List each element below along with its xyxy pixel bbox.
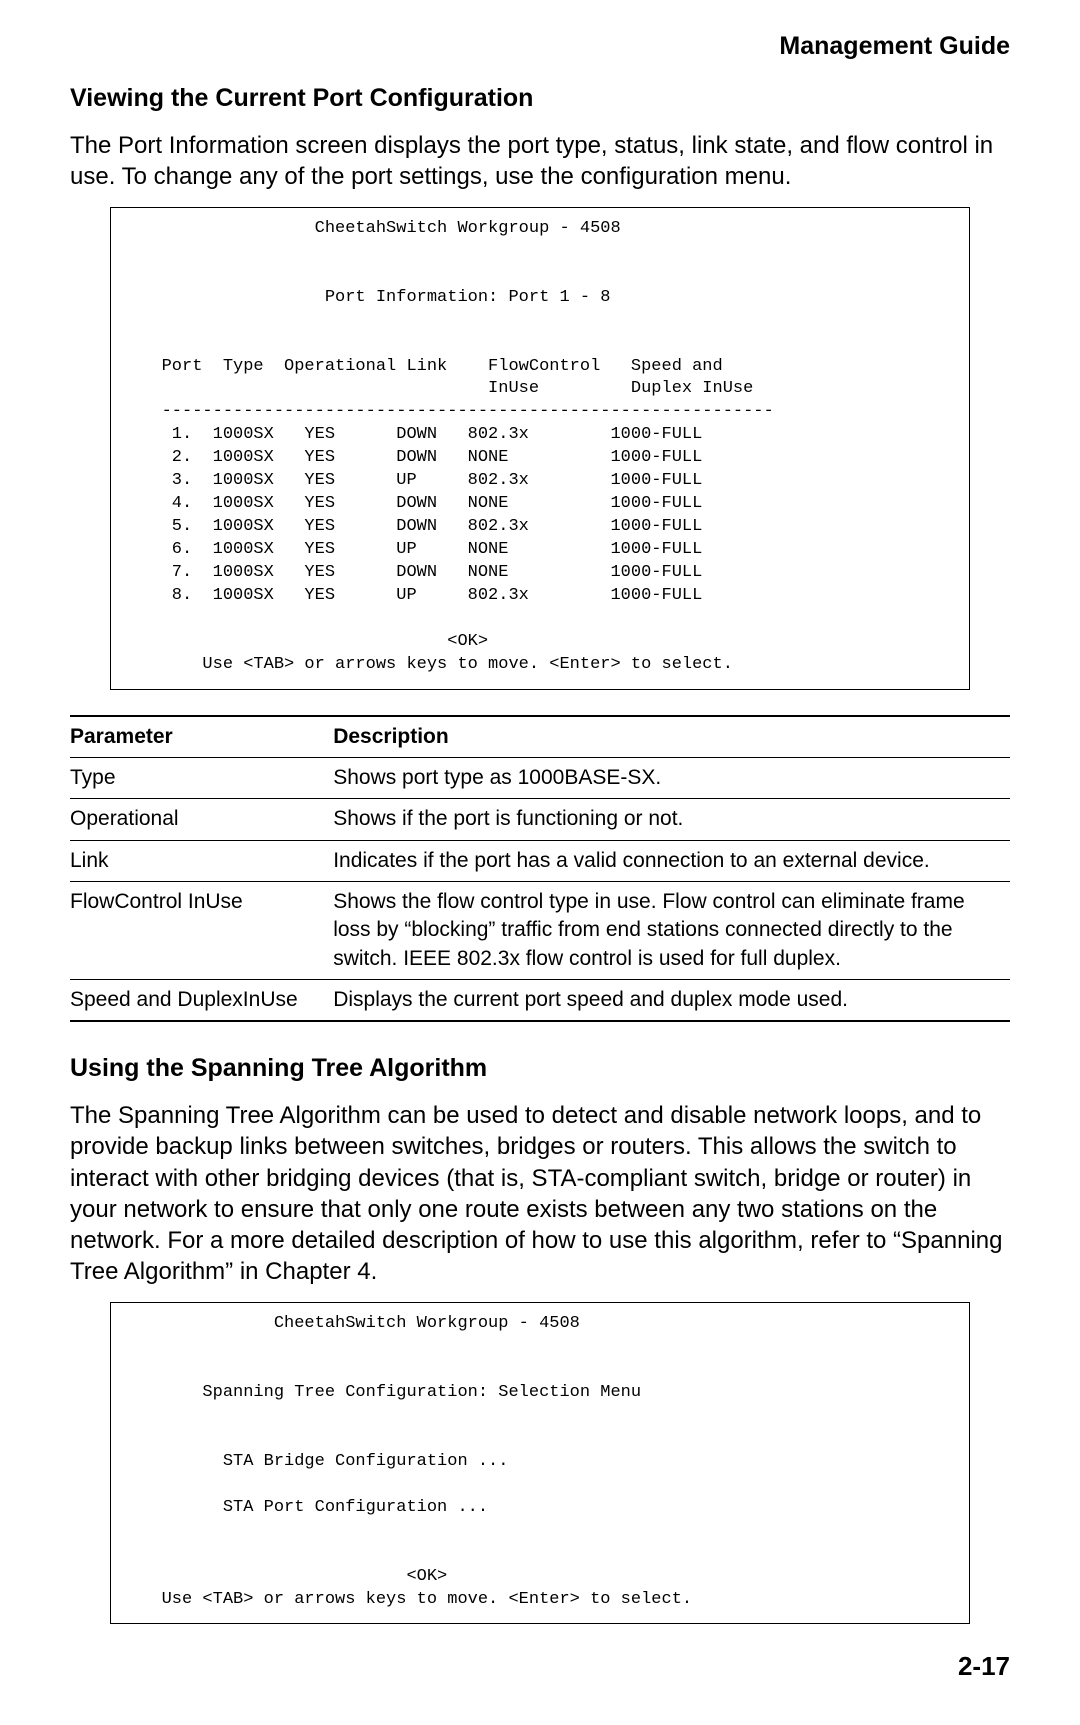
- table-row: LinkIndicates if the port has a valid co…: [70, 840, 1010, 881]
- table-cell-description: Shows the flow control type in use. Flow…: [333, 882, 1010, 980]
- table-row: TypeShows port type as 1000BASE-SX.: [70, 757, 1010, 798]
- table-row: FlowControl InUseShows the flow control …: [70, 882, 1010, 980]
- table-cell-description: Shows port type as 1000BASE-SX.: [333, 757, 1010, 798]
- table-header-description: Description: [333, 716, 1010, 758]
- paragraph-port-config: The Port Information screen displays the…: [70, 130, 1010, 192]
- paragraph-spanning-tree: The Spanning Tree Algorithm can be used …: [70, 1100, 1010, 1287]
- table-row: OperationalShows if the port is function…: [70, 799, 1010, 840]
- page-number: 2-17: [70, 1649, 1010, 1684]
- table-cell-description: Indicates if the port has a valid connec…: [333, 840, 1010, 881]
- table-cell-parameter: Operational: [70, 799, 333, 840]
- header-title: Management Guide: [70, 30, 1010, 64]
- parameter-table: Parameter Description TypeShows port typ…: [70, 715, 1010, 1023]
- table-row: Speed and DuplexInUseDisplays the curren…: [70, 980, 1010, 1022]
- table-cell-parameter: Type: [70, 757, 333, 798]
- table-header-parameter: Parameter: [70, 716, 333, 758]
- section-heading-port-config: Viewing the Current Port Configuration: [70, 82, 1010, 116]
- terminal-spanning-tree: CheetahSwitch Workgroup - 4508 Spanning …: [110, 1302, 970, 1624]
- table-cell-description: Shows if the port is functioning or not.: [333, 799, 1010, 840]
- table-cell-parameter: Speed and DuplexInUse: [70, 980, 333, 1022]
- section-heading-spanning-tree: Using the Spanning Tree Algorithm: [70, 1052, 1010, 1086]
- table-cell-parameter: Link: [70, 840, 333, 881]
- table-cell-parameter: FlowControl InUse: [70, 882, 333, 980]
- terminal-port-information: CheetahSwitch Workgroup - 4508 Port Info…: [110, 207, 970, 690]
- table-cell-description: Displays the current port speed and dupl…: [333, 980, 1010, 1022]
